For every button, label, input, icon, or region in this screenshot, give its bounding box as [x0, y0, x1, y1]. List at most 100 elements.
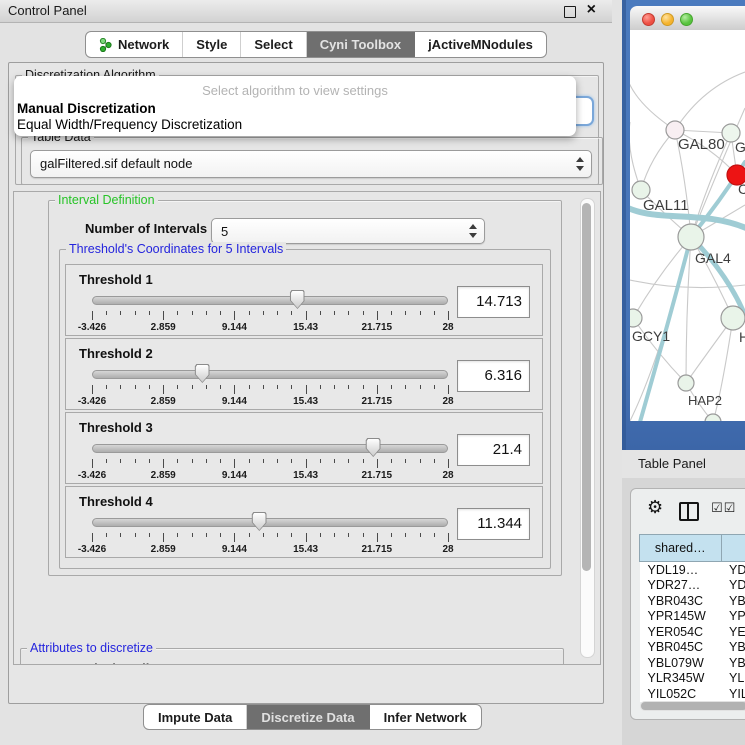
threshold-slider[interactable]: -3.4262.8599.14415.4321.71528 — [92, 437, 448, 481]
table-cell: YBL079W — [640, 655, 722, 671]
network-node[interactable] — [721, 306, 745, 330]
tab-impute-data[interactable]: Impute Data — [144, 705, 247, 729]
slider-track[interactable] — [92, 444, 448, 453]
network-node-label: GCY1 — [632, 328, 670, 344]
slider-ticks — [92, 459, 448, 468]
network-node[interactable] — [678, 375, 694, 391]
group-title: Threshold's Coordinates for 5 Intervals — [66, 242, 286, 256]
network-node-label: GAL11 — [643, 197, 689, 214]
threshold-label: Threshold 3 — [79, 420, 153, 435]
slider-track[interactable] — [92, 518, 448, 527]
tab-select[interactable]: Select — [241, 32, 306, 57]
number-of-intervals-label: Number of Intervals — [85, 221, 207, 236]
table-cell: YDR27… — [640, 578, 722, 594]
table-data-group: Table Data galFiltered.sif default node — [21, 137, 603, 185]
cyni-bottom-tab-bar: Impute Data Discretize Data Infer Networ… — [143, 704, 482, 730]
group-title: Interval Definition — [55, 193, 158, 207]
slider-ticks — [92, 311, 448, 320]
tab-network[interactable]: Network — [86, 32, 183, 57]
threshold-value-field[interactable]: 21.4 — [457, 434, 530, 466]
tab-infer-network[interactable]: Infer Network — [370, 705, 481, 729]
table-row[interactable]: YBR045CYBR0 — [640, 640, 745, 656]
panel-vertical-scrollbar[interactable] — [580, 198, 595, 658]
table-panel-titlebar: Table Panel — [622, 450, 745, 479]
threshold-value-field[interactable]: 14.713 — [457, 286, 530, 318]
slider-ticks — [92, 533, 448, 542]
table-row[interactable]: YDR27…YDR2 — [640, 578, 745, 594]
table-row[interactable]: YBL079WYBL0 — [640, 655, 745, 671]
table-horizontal-scrollbar[interactable] — [640, 701, 745, 711]
number-of-intervals-combobox[interactable]: 5 — [211, 218, 485, 244]
table-row[interactable]: YIL052CYIL0 — [640, 686, 745, 702]
slider-thumb[interactable] — [195, 364, 210, 383]
network-node[interactable] — [630, 309, 642, 327]
tab-label: Impute Data — [158, 710, 232, 725]
tab-cyni-toolbox[interactable]: Cyni Toolbox — [307, 32, 415, 57]
group-title: Attributes to discretize — [27, 641, 156, 655]
control-panel-titlebar: Control Panel × — [0, 0, 612, 23]
close-traffic-light-icon[interactable] — [642, 13, 655, 26]
slider-thumb[interactable] — [252, 512, 267, 531]
table-panel-body: ⚙ ☑☑ shared… na YDL19…YDL1YDR27…YDR2YBR0… — [622, 478, 745, 745]
dropdown-option-manual-discretization[interactable]: Manual Discretization — [17, 101, 156, 116]
node-table-card: ⚙ ☑☑ shared… na YDL19…YDL1YDR27…YDR2YBR0… — [630, 488, 745, 720]
table-row[interactable]: YBR043CYBR0 — [640, 593, 745, 609]
tab-label: jActiveMNodules — [428, 37, 533, 52]
threshold-label: Threshold 4 — [79, 494, 153, 509]
select-columns-icon[interactable]: ☑☑ — [711, 500, 736, 516]
dropdown-option-equal-width-frequency[interactable]: Equal Width/Frequency Discretization — [17, 117, 242, 132]
threshold-value-field[interactable]: 11.344 — [457, 508, 530, 540]
table-cell: YIL0 — [721, 686, 745, 702]
table-cell: YLR3 — [721, 671, 745, 687]
settings-scroll-area: Interval Definition Number of Intervals … — [13, 191, 601, 665]
tab-jactivemnodules[interactable]: jActiveMNodules — [415, 32, 546, 57]
table-cell: YBR0 — [721, 593, 745, 609]
tab-discretize-data[interactable]: Discretize Data — [247, 705, 369, 729]
network-node[interactable] — [678, 224, 704, 250]
column-layout-icon[interactable] — [679, 502, 699, 521]
network-window-titlebar — [630, 6, 745, 31]
threshold-slider[interactable]: -3.4262.8599.14415.4321.71528 — [92, 511, 448, 555]
gear-icon[interactable]: ⚙ — [647, 497, 663, 518]
slider-track[interactable] — [92, 296, 448, 305]
slider-tick-labels: -3.4262.8599.14415.4321.71528 — [92, 322, 448, 333]
zoom-traffic-light-icon[interactable] — [680, 13, 693, 26]
column-header-name[interactable]: na — [721, 535, 745, 562]
slider-tick-labels: -3.4262.8599.14415.4321.71528 — [92, 544, 448, 555]
combobox-stepper-icon — [575, 157, 584, 171]
minimize-traffic-light-icon[interactable] — [661, 13, 674, 26]
scrollbar-thumb[interactable] — [641, 702, 745, 710]
threshold-slider[interactable]: -3.4262.8599.14415.4321.71528 — [92, 289, 448, 333]
control-panel-tab-bar: Network Style Select Cyni Toolbox jActiv… — [85, 31, 547, 58]
network-node-label: GAL4 — [695, 250, 731, 266]
column-header-shared-name[interactable]: shared… — [640, 535, 722, 562]
thresholds-group: Threshold's Coordinates for 5 Intervals … — [59, 249, 551, 569]
numerical-attributes-label: Numerical Attributes — [53, 661, 180, 665]
slider-thumb[interactable] — [290, 290, 305, 309]
table-cell: YBR0 — [721, 640, 745, 656]
slider-thumb[interactable] — [366, 438, 381, 457]
float-window-icon[interactable] — [564, 6, 576, 18]
network-node-label: HAP2 — [688, 393, 722, 408]
table-row[interactable]: YLR345WYLR3 — [640, 671, 745, 687]
tab-style[interactable]: Style — [183, 32, 241, 57]
table-data-combobox[interactable]: galFiltered.sif default node — [30, 150, 592, 178]
threshold-slider[interactable]: -3.4262.8599.14415.4321.71528 — [92, 363, 448, 407]
threshold-value-field[interactable]: 6.316 — [457, 360, 530, 392]
table-cell: YBR045C — [640, 640, 722, 656]
table-row[interactable]: YPR145WYPR1 — [640, 609, 745, 625]
tab-label: Style — [196, 37, 227, 52]
scrollbar-thumb[interactable] — [582, 203, 591, 571]
network-view-window: GAL80GACGAL11GAL4GCY1HHAP2 — [622, 0, 745, 450]
slider-track[interactable] — [92, 370, 448, 379]
close-icon[interactable]: × — [587, 1, 596, 19]
threshold-label: Threshold 1 — [79, 272, 153, 287]
network-node-label: GAL80 — [678, 136, 725, 153]
table-cell: YLR345W — [640, 671, 722, 687]
table-row[interactable]: YER054CYER0 — [640, 624, 745, 640]
algorithm-dropdown-popup: Select algorithm to view settings Manual… — [14, 76, 576, 136]
network-icon — [99, 38, 112, 52]
threshold-panel: Threshold 3 -3.4262.8599.14415.4321.71528… — [65, 412, 543, 484]
table-row[interactable]: YDL19…YDL1 — [640, 562, 745, 578]
network-canvas[interactable]: GAL80GACGAL11GAL4GCY1HHAP2 — [630, 30, 745, 421]
